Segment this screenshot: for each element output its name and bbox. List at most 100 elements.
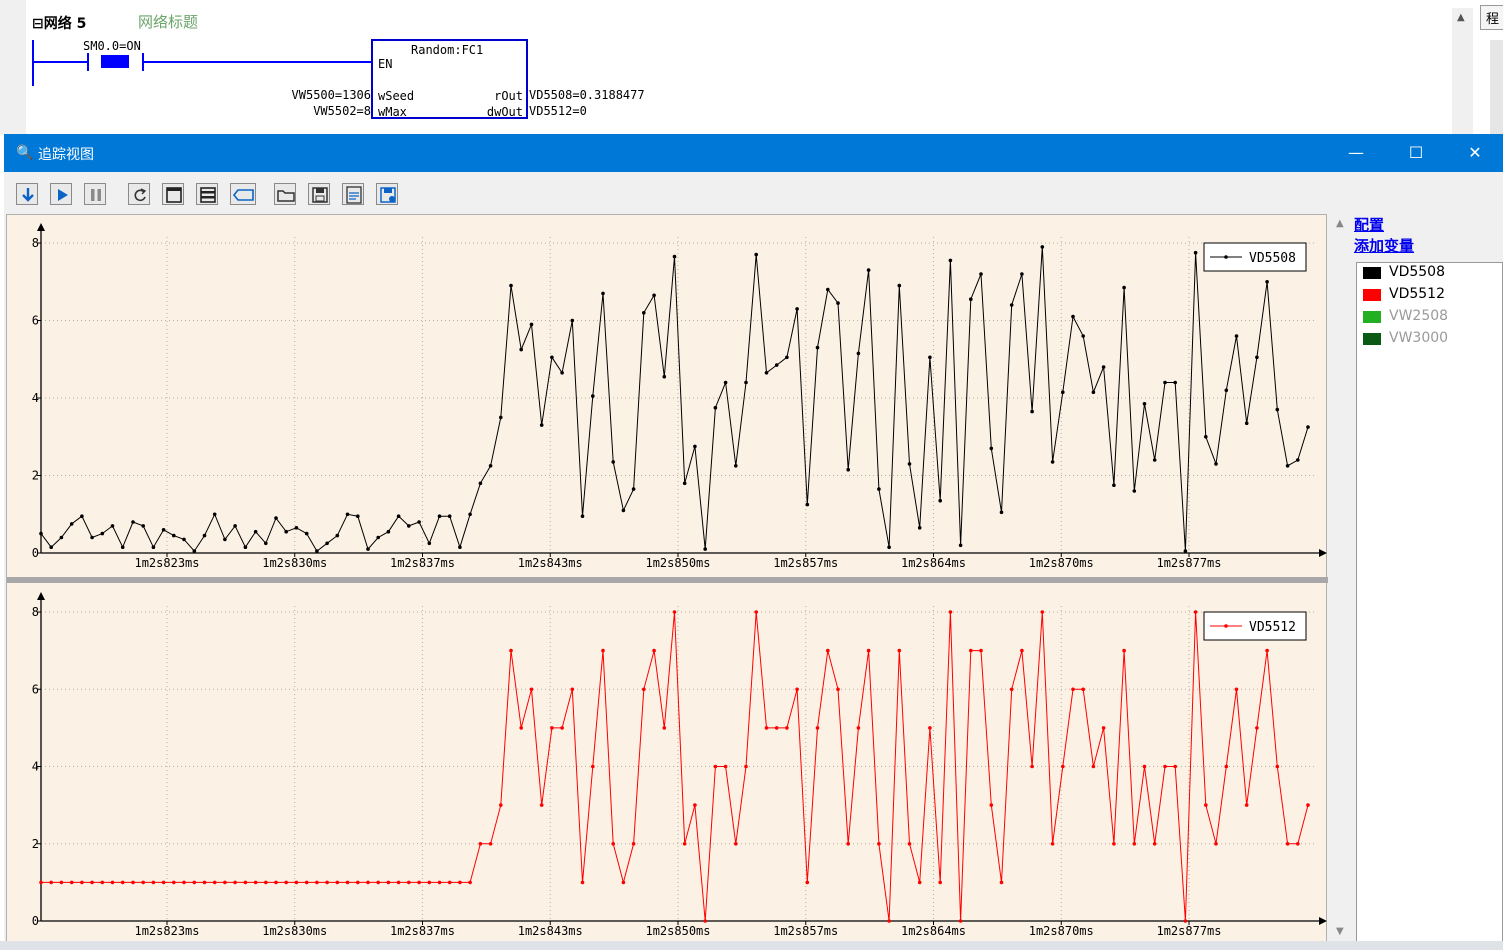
data-point [836,687,840,692]
x-tick-label: 1m2s870ms [1029,556,1094,570]
data-point [693,803,697,807]
close-button[interactable]: ✕ [1455,140,1495,166]
input-value-max[interactable]: VW5502=8 [313,104,371,118]
data-point [1009,303,1014,307]
data-point [233,880,237,885]
data-point [591,394,595,398]
data-point [591,764,595,769]
legend-swatch-point [1224,255,1228,259]
data-point [284,880,289,885]
open-folder-icon[interactable] [274,183,296,205]
scroll-up-icon[interactable]: ▲ [1457,12,1465,23]
output-value-rout[interactable]: VD5508=0.3188477 [529,88,645,102]
y-tick-label: 6 [32,682,39,696]
data-point [468,512,472,517]
network-comment[interactable]: 网络标题 [138,11,198,32]
x-tick-label: 1m2s870ms [1029,924,1094,938]
data-point [1173,380,1177,385]
data-point [928,726,932,730]
csv-icon[interactable] [342,183,364,205]
trace-charts-svg[interactable]: 0 2 4 6 8 1m2s823ms 1m2s830ms 1m2s837ms 1m2s843m… [7,215,1328,951]
network-label[interactable]: ⊟网络 5 [32,13,86,33]
data-point [1081,334,1085,338]
scroll-down-icon[interactable]: ▼ [1336,926,1344,937]
data-point [682,842,687,846]
save-icon[interactable] [308,183,330,205]
chart-panel-2: 0 2 4 6 8 1m2s823ms 1m2s830ms 1m2s837ms 1m2s843m… [32,592,1327,938]
data-point [202,533,207,538]
contact-left-bar[interactable] [87,53,89,71]
x-tick-label: 1m2s864ms [901,924,966,938]
data-point [1306,803,1310,807]
data-point [662,374,667,379]
data-point [325,541,329,546]
data-point [887,919,891,923]
data-point [100,531,105,536]
y-tick-label: 0 [32,914,39,928]
data-point [785,726,789,730]
window-icon[interactable] [162,183,184,205]
power-rail [32,40,34,86]
toolbar [4,172,1503,214]
config-link[interactable]: 配置 [1354,214,1384,235]
minimize-button[interactable]: — [1336,140,1376,166]
data-point [478,842,483,846]
y-tick-label: 2 [32,837,39,851]
data-point [703,547,707,551]
editor-scrollbar[interactable]: ▲ [1452,8,1473,134]
data-point [682,481,687,486]
refresh-icon[interactable] [128,183,150,205]
title-bar[interactable]: 🔍 追踪视图 — ☐ ✕ [4,134,1503,172]
data-point [1132,842,1137,846]
split-icon[interactable] [196,183,218,205]
window-title: 追踪视图 [38,147,94,163]
tag-icon[interactable] [230,183,256,205]
function-block[interactable]: Random:FC1 EN wSeed wMax rOut dwOut [371,39,528,119]
data-point [427,880,432,885]
data-point [652,648,656,653]
trace-charts-area[interactable]: 0 2 4 6 8 1m2s823ms 1m2s830ms 1m2s837ms 1m2s843m… [6,214,1328,951]
add-variable-link[interactable]: 添加变量 [1354,235,1414,256]
input-value-seed[interactable]: VW5500=1306 [292,88,371,102]
data-point [672,254,677,259]
data-point [805,502,810,507]
play-icon[interactable] [50,183,72,205]
x-tick-label: 1m2s857ms [773,924,838,938]
editor-gutter [0,0,26,134]
data-point [519,347,523,352]
scroll-up-icon[interactable]: ▲ [1336,218,1344,229]
data-point [1234,334,1239,338]
data-point [795,307,799,311]
data-point [243,880,248,885]
data-point [1224,388,1229,393]
data-point [560,726,564,730]
data-point [754,252,758,257]
data-point [1142,402,1147,406]
output-value-dwout[interactable]: VD5512=0 [529,104,587,118]
maximize-button[interactable]: ☐ [1396,140,1436,166]
data-point [601,648,605,653]
x-tick-label: 1m2s850ms [645,924,710,938]
data-point [110,524,115,528]
collapse-icon[interactable]: ⊟ [32,16,44,32]
legend-label: VD5512 [1249,620,1296,635]
data-point [417,880,421,885]
data-point [253,529,258,534]
charts-scrollbar[interactable]: ▲ ▼ [1328,214,1354,942]
pause-icon[interactable] [84,183,106,205]
data-point [212,880,217,885]
side-tab[interactable]: 程 [1480,5,1503,30]
data-point [386,880,391,885]
color-swatch [1363,289,1381,301]
save-as-icon[interactable] [376,183,398,205]
data-point [120,880,125,885]
variable-list[interactable]: VD5508 VD5512 VW2508 VW3000 [1356,262,1503,950]
data-point [897,283,902,288]
y-axis-arrow [37,592,45,600]
contact-state-fill[interactable] [101,55,129,68]
data-point [80,514,84,518]
data-point [223,880,227,885]
data-point [846,467,850,472]
download-icon[interactable] [16,183,38,205]
data-point [642,687,646,692]
